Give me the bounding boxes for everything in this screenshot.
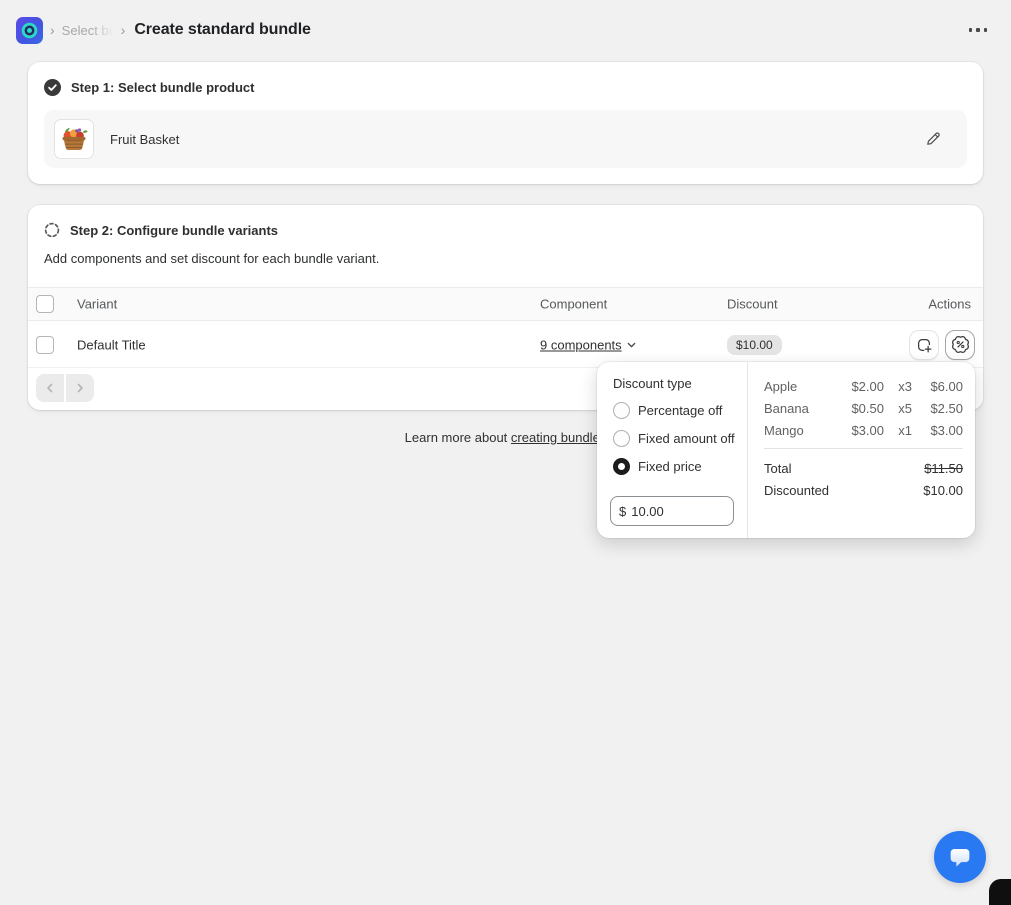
fixed-price-input[interactable] [631,503,702,519]
item-price: $2.00 [851,378,884,394]
check-circle-icon [44,79,61,96]
item-price: $3.00 [851,422,884,438]
discount-settings-button[interactable] [945,329,975,360]
radio-icon[interactable] [613,401,630,419]
column-header-component: Component [540,296,608,312]
total-label: Total [764,460,792,476]
breakdown-row: Mango $3.00 x1 $3.00 [764,419,963,441]
item-name: Apple [764,378,798,394]
discount-type-panel: Discount type Percentage off Fixed amoun… [597,362,748,538]
item-name: Banana [764,400,809,416]
learn-more-prefix: Learn more about [404,430,511,445]
discounted-value: $10.00 [923,482,963,498]
pagination-next-button[interactable] [66,374,94,402]
item-line-total: $3.00 [930,422,963,438]
step2-header: Step 2: Configure bundle variants [44,222,278,238]
chevron-right-icon [77,383,83,393]
breakdown-row: Apple $2.00 x3 $6.00 [764,375,963,397]
discount-badge: $10.00 [727,334,782,355]
item-qty: x3 [898,378,912,394]
dashed-circle-icon [44,222,60,238]
chevron-down-icon [627,342,636,347]
corner-widget-fragment [989,879,1011,905]
logo-ring-icon [21,22,38,38]
step2-description: Add components and set discount for each… [44,251,380,266]
column-header-variant: Variant [77,296,118,312]
total-value: $11.50 [924,460,963,476]
breakdown-divider [764,448,963,449]
component-add-icon [917,338,932,352]
item-line-total: $2.50 [930,400,963,416]
row-actions [909,329,975,360]
breadcrumb-parent[interactable]: Select bu [62,23,114,38]
radio-label: Percentage off [638,402,723,418]
item-qty: x5 [898,400,912,416]
app-logo-icon[interactable] [16,16,43,44]
chat-widget-button[interactable] [934,831,986,883]
components-link-label: 9 components [540,337,622,352]
radio-label: Fixed amount off [638,430,735,446]
edit-product-button[interactable] [917,123,949,155]
currency-prefix: $ [619,503,627,519]
radio-icon[interactable] [613,429,630,447]
creating-bundles-link[interactable]: creating bundles [511,430,606,445]
select-all-checkbox[interactable] [36,295,54,313]
item-line-total: $6.00 [930,378,963,394]
add-component-button[interactable] [909,329,939,360]
column-header-actions: Actions [928,296,971,312]
column-header-discount: Discount [727,296,778,312]
dot-icon [968,28,973,32]
pencil-icon [927,132,940,145]
breadcrumb-separator-icon: › [120,22,126,38]
discounted-row: Discounted $10.00 [764,479,963,501]
step1-header: Step 1: Select bundle product [44,79,254,96]
dot-icon [976,28,980,32]
dot-icon [983,28,988,32]
components-link[interactable]: 9 components [540,337,637,352]
overflow-menu-button[interactable] [961,18,995,42]
pagination-prev-button[interactable] [36,374,64,402]
total-row: Total $11.50 [764,457,963,479]
selected-product-box: Fruit Basket [44,110,967,168]
radio-option-fixed-price[interactable]: Fixed price [613,457,733,475]
breadcrumb-separator-icon: › [50,22,55,38]
price-breakdown-panel: Apple $2.00 x3 $6.00 Banana $0.50 x5 $2.… [748,362,975,538]
fruit-basket-image [62,127,88,151]
discount-seal-icon [951,336,969,353]
product-thumbnail [54,119,94,159]
radio-option-percentage-off[interactable]: Percentage off [613,401,733,419]
page-title: Create standard bundle [134,21,311,38]
item-price: $0.50 [851,400,884,416]
step1-card: Step 1: Select bundle product Fruit Bask… [28,62,983,184]
discount-popover: Discount type Percentage off Fixed amoun… [597,362,975,538]
step1-title: Step 1: Select bundle product [71,80,255,95]
radio-option-fixed-amount-off[interactable]: Fixed amount off [613,429,735,447]
radio-icon-selected[interactable] [613,457,630,475]
discount-type-heading: Discount type [613,376,692,391]
chat-bubble-icon [950,849,970,867]
top-bar: › Select bu › Create standard bundle [0,0,1011,60]
fixed-price-field: $ [610,496,734,526]
step2-title: Step 2: Configure bundle variants [70,222,279,238]
item-name: Mango [764,422,804,438]
item-qty: x1 [898,422,912,438]
page: › Select bu › Create standard bundle Ste… [0,0,1011,905]
chevron-left-icon [47,383,53,393]
breakdown-row: Banana $0.50 x5 $2.50 [764,397,963,419]
row-checkbox[interactable] [36,335,54,354]
pagination [36,374,94,402]
variants-table-header: Variant Component Discount Actions [28,287,983,321]
variant-name: Default Title [77,337,146,352]
radio-label: Fixed price [638,458,702,474]
product-name: Fruit Basket [110,131,180,147]
discounted-label: Discounted [764,482,830,498]
